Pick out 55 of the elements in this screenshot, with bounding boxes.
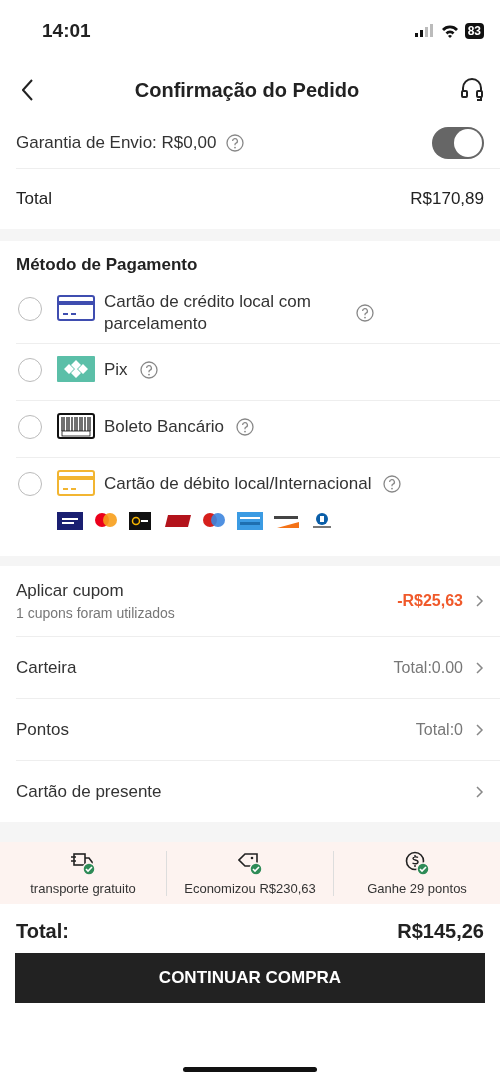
battery-level: 83	[464, 23, 484, 39]
debit-card-icon	[57, 470, 95, 496]
option-label: Cartão de presente	[16, 781, 162, 802]
chevron-right-icon[interactable]	[475, 594, 484, 608]
card-brand-icon	[165, 512, 191, 530]
option-label: Pontos	[16, 719, 69, 740]
headset-icon[interactable]	[460, 77, 484, 103]
help-icon[interactable]	[236, 418, 255, 436]
option-value: Total:0.00	[393, 658, 463, 677]
chevron-right-icon[interactable]	[475, 784, 484, 799]
shipping-guarantee-label: Garantia de Envio: R$0,00	[16, 133, 217, 153]
help-icon[interactable]	[226, 134, 245, 152]
final-total-value: R$145,26	[397, 920, 484, 943]
page-title: Confirmação do Pedido	[134, 78, 360, 102]
chevron-right-icon[interactable]	[475, 722, 484, 737]
section-title: Método de Pagamento	[16, 255, 199, 275]
wifi-icon	[440, 24, 459, 38]
help-icon[interactable]	[356, 304, 374, 322]
option-label: Aplicar cupom	[16, 581, 125, 601]
option-value: -R$25,63	[397, 592, 463, 610]
radio-button[interactable]	[18, 358, 42, 382]
payment-method-label: Pix	[104, 359, 128, 381]
pix-icon	[57, 356, 95, 382]
credit-card-icon	[57, 295, 95, 321]
coin-check-icon	[404, 850, 430, 876]
final-total-label: Total:	[16, 920, 69, 943]
continue-button[interactable]: CONTINUAR COMPRA	[15, 953, 485, 1003]
back-icon[interactable]	[22, 79, 34, 101]
card-brand-icon	[201, 512, 227, 530]
payment-method-label: Cartão de crédito local com parcelamento	[104, 291, 312, 335]
payment-method-label: Boleto Bancário	[104, 416, 225, 438]
option-label: Carteira	[16, 657, 77, 678]
card-brand-icon	[57, 512, 83, 530]
radio-button[interactable]	[18, 415, 42, 439]
truck-check-icon	[70, 850, 96, 876]
benefit-text: Ganhe 29 pontos	[367, 880, 467, 896]
total-label: Total	[16, 189, 52, 209]
card-brand-icon	[93, 512, 119, 530]
status-time: 14:01	[42, 20, 91, 42]
chevron-right-icon[interactable]	[475, 660, 484, 675]
toggle-switch[interactable]	[432, 127, 484, 159]
card-brand-icon	[237, 512, 263, 530]
help-icon[interactable]	[139, 361, 158, 379]
total-value: R$170,89	[410, 189, 484, 209]
benefit-text: Economizou R$230,63	[184, 880, 316, 896]
radio-button[interactable]	[18, 472, 42, 496]
barcode-icon	[57, 413, 95, 439]
benefit-text: transporte gratuito	[30, 880, 136, 896]
option-note: 1 cupons foram utilizados	[16, 605, 175, 621]
signal-icon	[414, 24, 435, 38]
radio-button[interactable]	[18, 297, 42, 321]
help-icon[interactable]	[383, 475, 402, 493]
option-value: Total:0	[415, 720, 463, 739]
tag-check-icon	[237, 850, 263, 876]
payment-method-label: Cartão de débito local/Internacional	[104, 473, 372, 495]
